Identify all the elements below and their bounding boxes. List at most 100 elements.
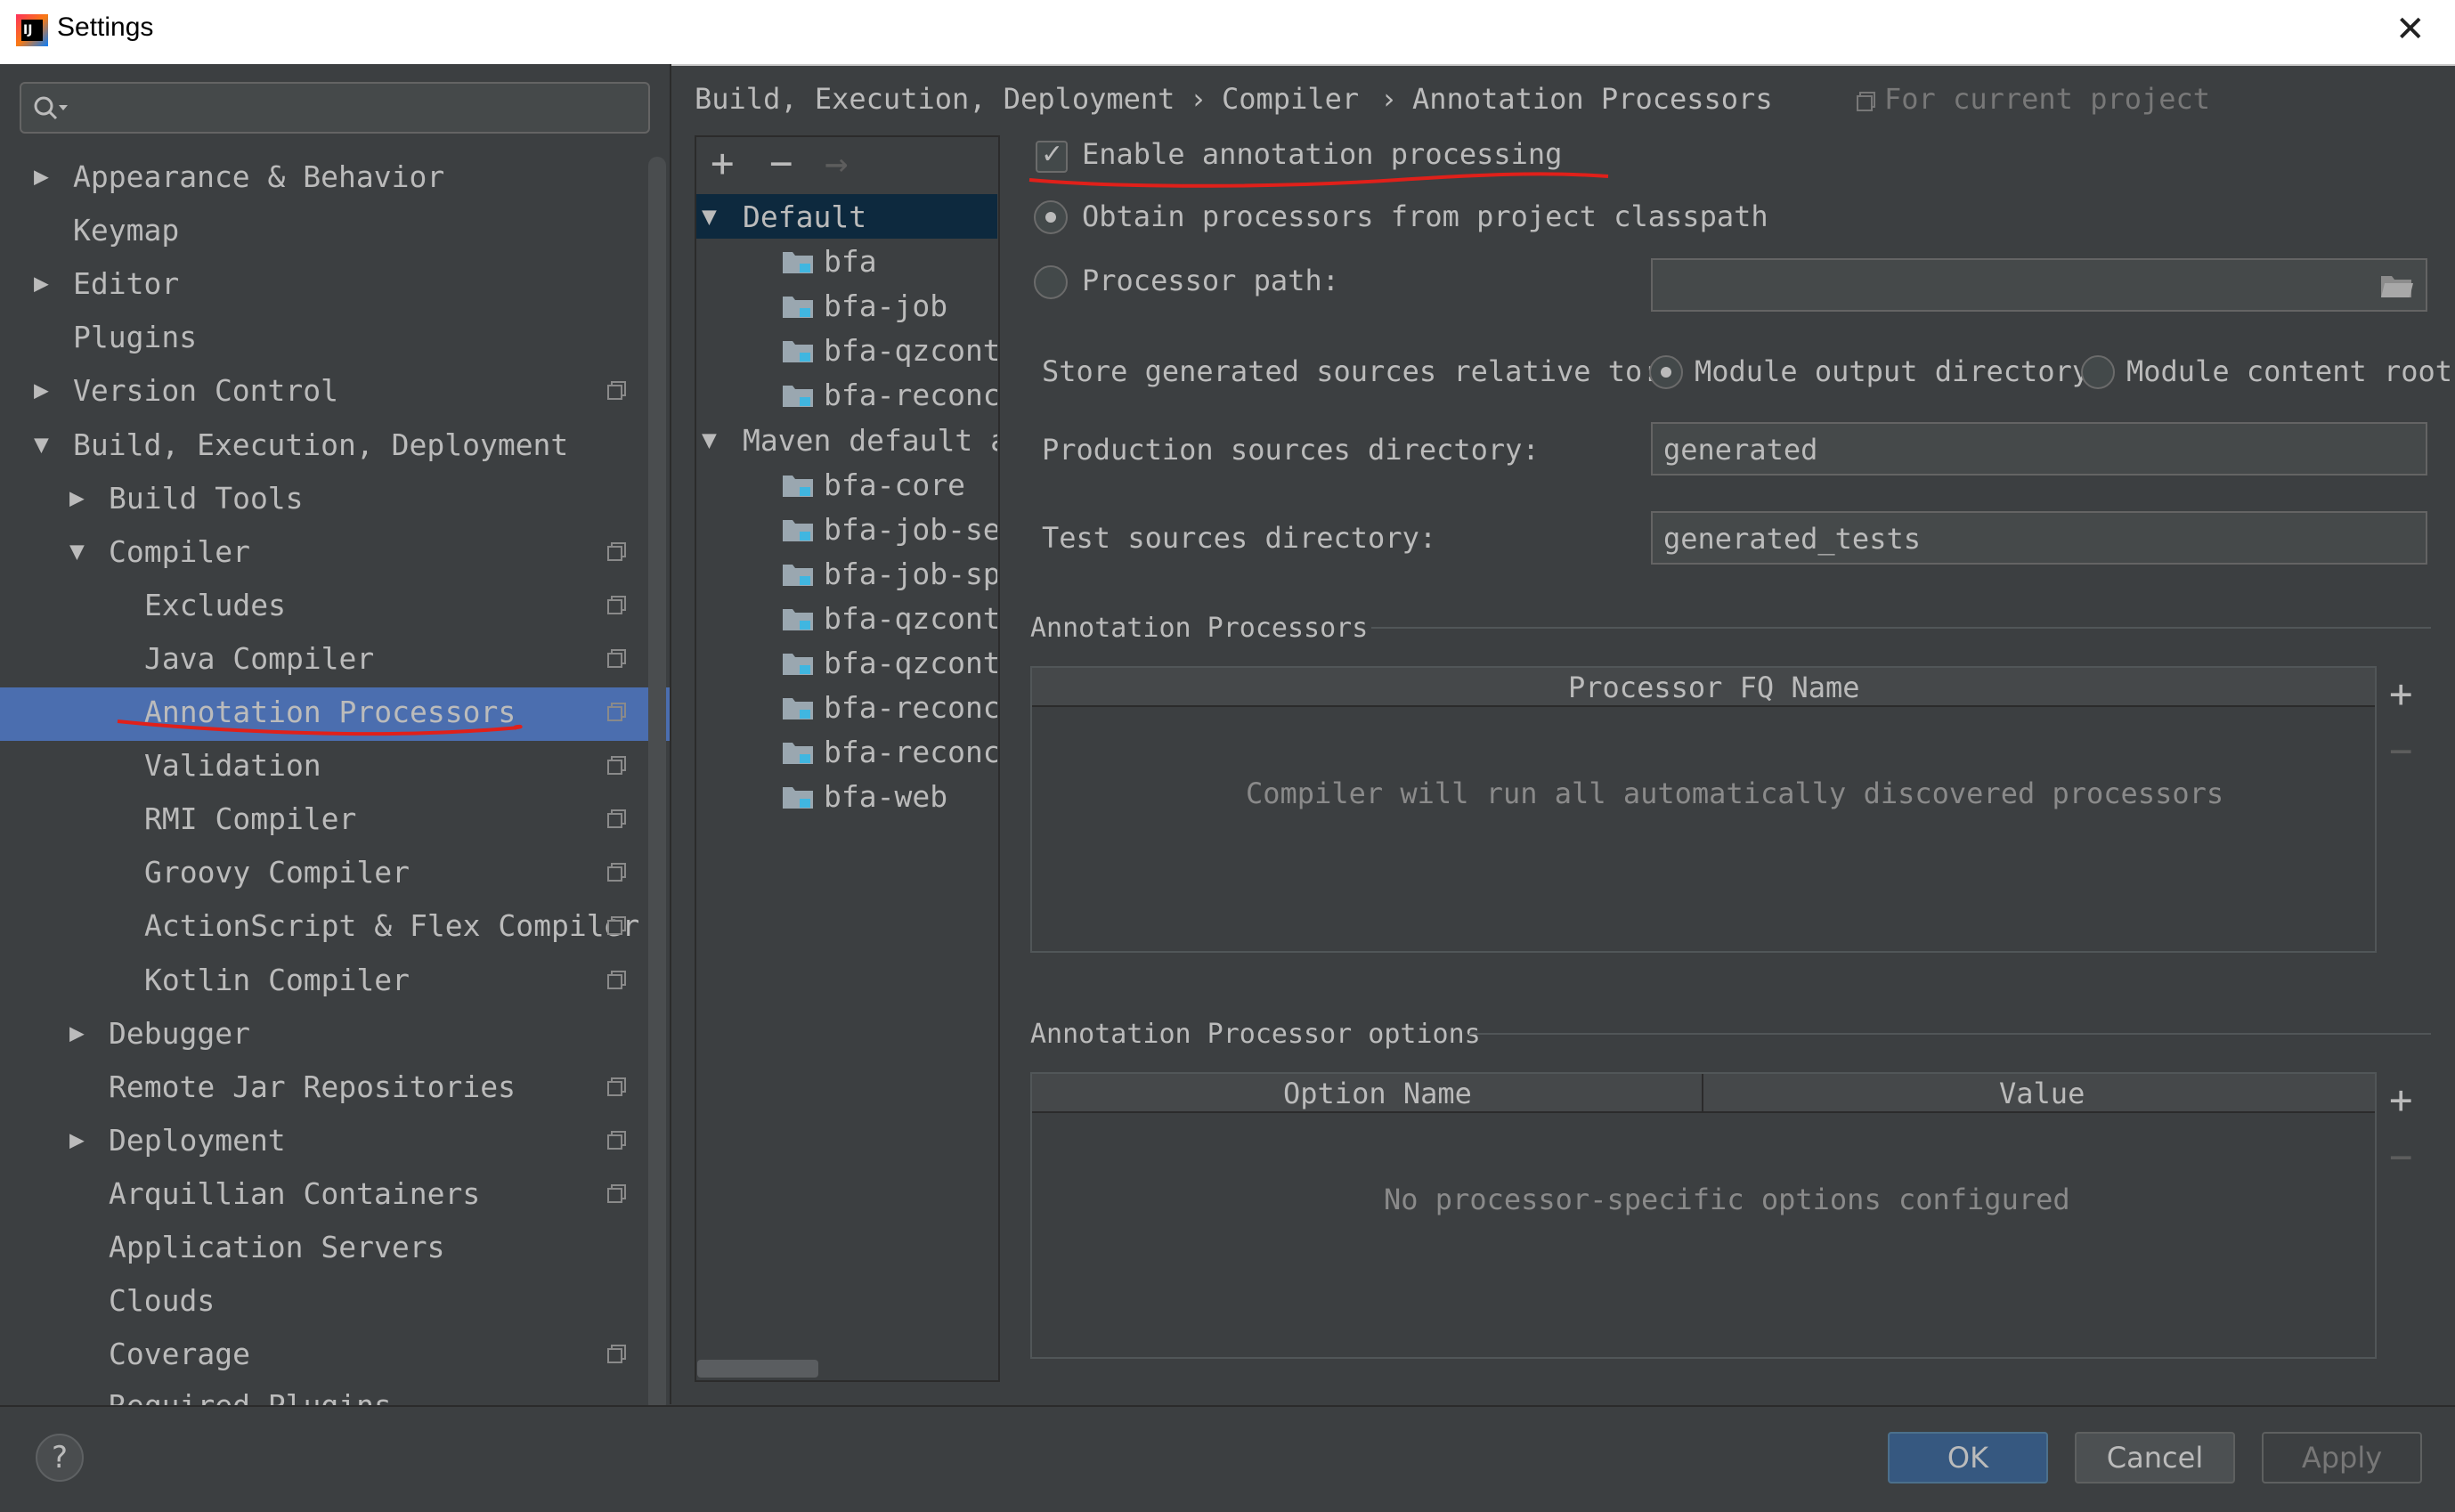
sidebar-item-appearance-behavior[interactable]: ▶ Appearance & Behavior	[0, 152, 670, 206]
profile-module[interactable]: bfa-job-ser	[696, 507, 997, 551]
project-scope-icon	[607, 970, 626, 989]
profile-module[interactable]: bfa	[696, 239, 997, 283]
sidebar-item-validation[interactable]: Validation	[0, 741, 670, 794]
sidebar-item-label: Coverage	[109, 1337, 250, 1372]
profile-module[interactable]: bfa-core	[696, 462, 997, 507]
chevron-down-icon[interactable]: ▼	[702, 425, 717, 454]
module-content-root-label[interactable]: Module content root	[2126, 354, 2452, 388]
obtain-from-classpath-radio[interactable]	[1034, 200, 1068, 234]
module-label: bfa	[824, 244, 877, 280]
sidebar-item-label: Keymap	[73, 213, 180, 248]
sidebar-item-label: Remote Jar Repositories	[109, 1069, 516, 1104]
add-processor-button[interactable]: +	[2389, 671, 2413, 717]
sidebar-item-groovy-compiler[interactable]: Groovy Compiler	[0, 848, 670, 901]
search-input[interactable]	[20, 82, 650, 134]
sidebar-item-remote-jar-repositories[interactable]: Remote Jar Repositories	[0, 1062, 670, 1116]
chevron-down-icon[interactable]: ▼	[69, 536, 85, 565]
processor-path-radio[interactable]	[1034, 265, 1068, 299]
sidebar-item-arquillian-containers[interactable]: Arquillian Containers	[0, 1169, 670, 1223]
sidebar-item-label: Validation	[144, 748, 321, 784]
processor-path-field[interactable]	[1651, 258, 2427, 312]
sidebar-item-label: Java Compiler	[144, 640, 375, 676]
project-scope-icon	[607, 916, 626, 936]
profile-module[interactable]: bfa-web	[696, 774, 997, 818]
sidebar-item-coverage[interactable]: Coverage	[0, 1329, 670, 1383]
obtain-from-classpath-label[interactable]: Obtain processors from project classpath	[1082, 199, 1768, 233]
help-button[interactable]: ?	[36, 1434, 84, 1482]
move-to-profile-button[interactable]: →	[825, 141, 849, 186]
module-folder-icon	[783, 252, 813, 274]
sidebar-item-label: Kotlin Compiler	[144, 962, 411, 997]
sidebar-item-actionscript-flex-compiler[interactable]: ActionScript & Flex Compiler	[0, 901, 670, 955]
breadcrumb-separator: ›	[1190, 82, 1207, 116]
profile-module[interactable]: bfa-reconci	[696, 729, 997, 774]
add-option-button[interactable]: +	[2389, 1077, 2413, 1123]
sidebar-item-excludes[interactable]: Excludes	[0, 581, 670, 634]
profile-module[interactable]: bfa-qzcontr	[696, 328, 997, 372]
breadcrumb-compiler: Compiler	[1222, 82, 1360, 116]
production-sources-field[interactable]: generated	[1651, 422, 2427, 476]
module-output-directory-radio[interactable]	[1649, 355, 1683, 389]
remove-profile-button[interactable]: −	[769, 141, 793, 186]
processors-table[interactable]: Processor FQ Name Compiler will run all …	[1030, 666, 2377, 953]
ok-button[interactable]: OK	[1888, 1432, 2048, 1484]
profile-module[interactable]: bfa-reconci	[696, 685, 997, 729]
chevron-right-icon[interactable]: ▶	[69, 483, 85, 512]
add-profile-button[interactable]: +	[711, 141, 735, 186]
remove-processor-button[interactable]: −	[2389, 728, 2413, 774]
processor-path-label[interactable]: Processor path:	[1082, 264, 1339, 297]
module-label: bfa-reconci	[824, 690, 997, 726]
value-column[interactable]: Value	[1999, 1077, 2085, 1110]
chevron-down-icon[interactable]: ▼	[34, 429, 49, 459]
module-label: bfa-reconci	[824, 378, 997, 413]
test-sources-field[interactable]: generated_tests	[1651, 511, 2427, 565]
sidebar-item-build-tools[interactable]: ▶ Build Tools	[0, 474, 670, 527]
sidebar-item-kotlin-compiler[interactable]: Kotlin Compiler	[0, 955, 670, 1009]
apply-button[interactable]: Apply	[2262, 1432, 2422, 1484]
processor-options-table[interactable]: Option Name Value No processor-specific …	[1030, 1072, 2377, 1359]
chevron-right-icon[interactable]: ▶	[34, 375, 49, 404]
sidebar-item-java-compiler[interactable]: Java Compiler	[0, 634, 670, 687]
profile-module[interactable]: bfa-reconci	[696, 372, 997, 417]
chevron-right-icon[interactable]: ▶	[69, 1018, 85, 1047]
option-name-column[interactable]: Option Name	[1283, 1077, 1472, 1110]
chevron-right-icon[interactable]: ▶	[34, 161, 49, 191]
sidebar-item-deployment[interactable]: ▶ Deployment	[0, 1116, 670, 1169]
project-scope-icon	[607, 756, 626, 776]
sidebar-item-label: Build Tools	[109, 480, 304, 516]
sidebar-scrollbar[interactable]	[648, 157, 666, 1412]
sidebar-item-keymap[interactable]: Keymap	[0, 206, 670, 259]
module-content-root-radio[interactable]	[2081, 355, 2115, 389]
chevron-right-icon[interactable]: ▶	[69, 1125, 85, 1154]
profile-module[interactable]: bfa-job-spi	[696, 551, 997, 596]
close-icon[interactable]: ✕	[2395, 9, 2426, 50]
sidebar-item-build-execution-deployment[interactable]: ▼ Build, Execution, Deployment	[0, 420, 670, 474]
sidebar-item-rmi-compiler[interactable]: RMI Compiler	[0, 794, 670, 848]
profile-group[interactable]: ▼ Default	[696, 194, 997, 239]
sidebar-item-annotation-processors[interactable]: Annotation Processors	[0, 687, 670, 741]
page-title: Annotation Processors	[1412, 82, 1773, 116]
chevron-right-icon[interactable]: ▶	[34, 268, 49, 297]
profile-module[interactable]: bfa-qzcontr	[696, 640, 997, 685]
profile-group[interactable]: ▼ Maven default an	[696, 418, 997, 462]
remove-option-button[interactable]: −	[2389, 1134, 2413, 1180]
sidebar-item-version-control[interactable]: ▶ Version Control	[0, 366, 670, 419]
enable-annotation-processing-label[interactable]: Enable annotation processing	[1082, 137, 1562, 171]
chevron-down-icon[interactable]: ▼	[702, 201, 717, 231]
browse-folder-icon[interactable]	[2379, 272, 2415, 299]
module-output-directory-label[interactable]: Module output directory	[1695, 354, 2089, 388]
enable-annotation-processing-checkbox[interactable]: ✓	[1036, 139, 1068, 173]
sidebar-item-plugins[interactable]: Plugins	[0, 313, 670, 366]
processor-fq-name-column[interactable]: Processor FQ Name	[1568, 671, 1860, 704]
profile-module[interactable]: bfa-qzcontr	[696, 596, 997, 640]
sidebar-item-editor[interactable]: ▶ Editor	[0, 259, 670, 313]
sidebar-item-clouds[interactable]: Clouds	[0, 1276, 670, 1329]
sidebar-item-label: Annotation Processors	[144, 695, 516, 729]
profile-module[interactable]: bfa-job	[696, 283, 997, 328]
sidebar-item-compiler[interactable]: ▼ Compiler	[0, 527, 670, 581]
profiles-horizontal-scrollbar[interactable]	[697, 1360, 818, 1378]
cancel-button[interactable]: Cancel	[2075, 1432, 2235, 1484]
module-folder-icon	[783, 654, 813, 675]
sidebar-item-application-servers[interactable]: Application Servers	[0, 1223, 670, 1276]
sidebar-item-debugger[interactable]: ▶ Debugger	[0, 1009, 670, 1062]
